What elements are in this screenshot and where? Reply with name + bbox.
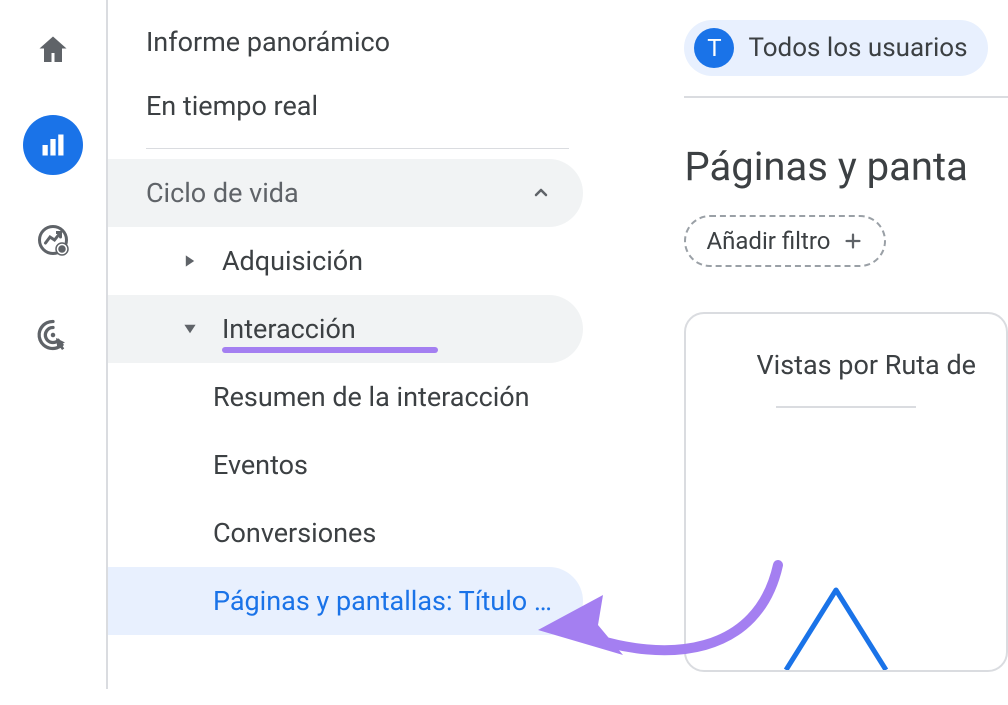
nav-events[interactable]: Eventos: [108, 431, 590, 499]
target-click-icon: [35, 317, 71, 353]
page-title: Páginas y panta: [684, 143, 1008, 190]
chevron-up-icon: [529, 181, 553, 205]
nav-engagement-label: Interacción: [222, 313, 356, 345]
nav-reports-button[interactable]: [23, 115, 83, 175]
nav-explore-button[interactable]: [23, 210, 83, 270]
divider: [684, 96, 1008, 98]
nav-home-button[interactable]: [23, 20, 83, 80]
chart-line-fragment: [776, 580, 896, 670]
caret-right-icon: [178, 254, 202, 268]
nav-lifecycle-header[interactable]: Ciclo de vida: [108, 159, 584, 227]
nav-overview-label: Informe panorámico: [146, 26, 390, 58]
nav-realtime[interactable]: En tiempo real: [108, 74, 590, 138]
nav-overview[interactable]: Informe panorámico: [108, 10, 590, 74]
nav-lifecycle-label: Ciclo de vida: [146, 177, 299, 209]
chart-card: Vistas por Ruta de: [684, 312, 1008, 672]
nav-panel: Informe panorámico En tiempo real Ciclo …: [108, 0, 590, 689]
nav-advertising-button[interactable]: [23, 305, 83, 365]
bar-chart-icon: [35, 127, 71, 163]
nav-acquisition[interactable]: Adquisición: [108, 227, 590, 295]
audience-badge-icon: T: [694, 28, 734, 68]
nav-engagement[interactable]: Interacción: [108, 295, 584, 363]
nav-realtime-label: En tiempo real: [146, 90, 318, 122]
nav-acquisition-label: Adquisición: [222, 245, 363, 277]
main-content: T Todos los usuarios Páginas y panta Aña…: [589, 0, 1008, 689]
add-filter-button[interactable]: Añadir filtro: [684, 215, 886, 267]
audience-chip[interactable]: T Todos los usuarios: [684, 20, 987, 76]
divider: [776, 406, 916, 408]
audience-label: Todos los usuarios: [748, 33, 967, 63]
plus-icon: [842, 230, 864, 252]
nav-engagement-summary-label: Resumen de la interacción: [213, 381, 530, 413]
nav-events-label: Eventos: [213, 449, 308, 481]
divider: [146, 148, 570, 149]
icon-rail: [0, 0, 108, 689]
nav-conversions-label: Conversiones: [213, 517, 376, 549]
caret-down-icon: [178, 322, 202, 336]
chart-title: Vistas por Ruta de: [716, 349, 976, 381]
add-filter-label: Añadir filtro: [706, 227, 830, 255]
nav-conversions[interactable]: Conversiones: [108, 499, 590, 567]
nav-pages-screens[interactable]: Páginas y pantallas: Título …: [108, 567, 584, 635]
home-icon: [35, 32, 71, 68]
nav-engagement-summary[interactable]: Resumen de la interacción: [108, 363, 590, 431]
nav-pages-screens-label: Páginas y pantallas: Título …: [213, 585, 552, 617]
trend-icon: [35, 222, 71, 258]
annotation-underline: [222, 347, 438, 353]
